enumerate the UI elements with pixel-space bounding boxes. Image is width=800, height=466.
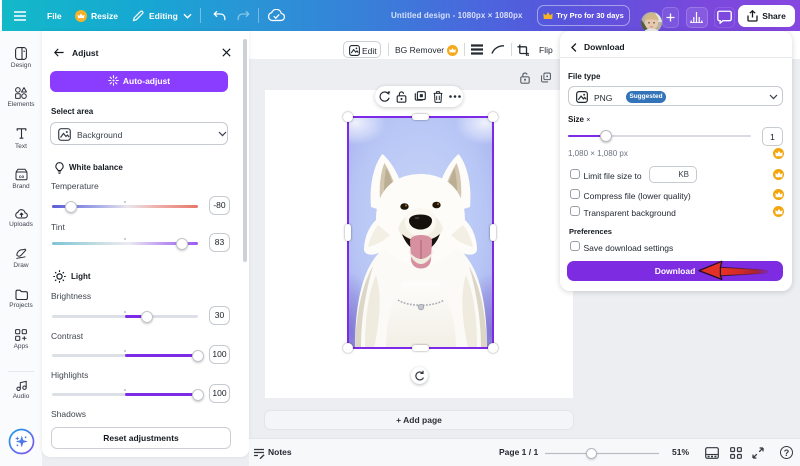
svg-text:co: co [18,174,24,179]
